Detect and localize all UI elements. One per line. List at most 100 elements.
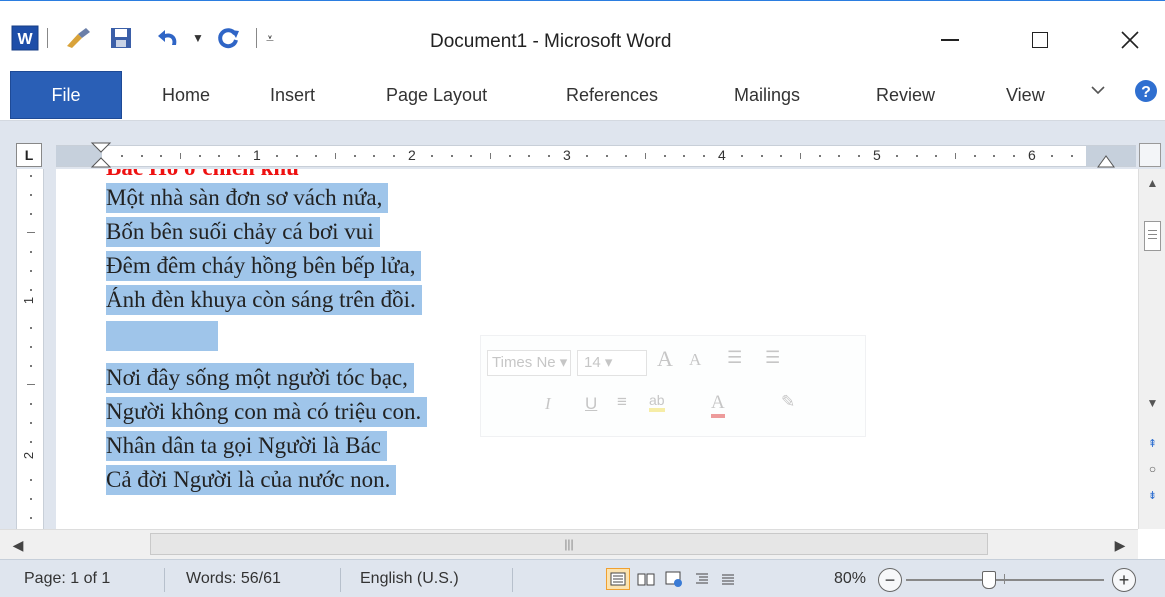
horizontal-scrollbar[interactable]: ◀ ||| ▶: [0, 529, 1138, 559]
italic-button[interactable]: I: [545, 394, 551, 414]
horizontal-ruler[interactable]: 1 2 3 4 5 6: [56, 142, 1136, 168]
ruler-tick: [431, 155, 434, 157]
tab-review[interactable]: Review: [876, 85, 935, 106]
ruler-tick: [993, 155, 996, 157]
poem-line: Nhân dân ta gọi Người là Bác: [106, 431, 388, 461]
close-button[interactable]: [1110, 23, 1150, 57]
language[interactable]: English (U.S.): [360, 570, 459, 588]
maximize-button[interactable]: [1020, 23, 1060, 57]
zoom-out-button[interactable]: −: [878, 568, 902, 592]
horizontal-scroll-thumb[interactable]: |||: [150, 533, 988, 555]
outline-view-icon[interactable]: [690, 568, 714, 590]
web-layout-view-icon[interactable]: [662, 568, 686, 590]
zoom-slider-thumb[interactable]: [982, 571, 996, 589]
center-align-icon[interactable]: ≡: [617, 392, 627, 412]
ruler-tick: [179, 153, 181, 159]
next-page-icon[interactable]: ⇟: [1139, 483, 1165, 507]
scroll-down-icon[interactable]: ▼: [1139, 391, 1165, 415]
previous-page-icon[interactable]: ⇞: [1139, 431, 1165, 455]
format-painter-icon[interactable]: [62, 27, 96, 49]
vertical-ruler-tick: [30, 365, 32, 367]
save-icon[interactable]: [106, 27, 136, 49]
minimize-button[interactable]: [930, 23, 970, 57]
ruler-tick: [780, 155, 783, 157]
ruler-number: 4: [718, 147, 726, 163]
zoom-slider-track[interactable]: [906, 579, 1104, 581]
vertical-scrollbar[interactable]: ▲ ▼ ⇞ ○ ⇟: [1138, 169, 1165, 529]
tab-home[interactable]: Home: [162, 85, 210, 106]
tab-view[interactable]: View: [1006, 85, 1045, 106]
ruler-tick: [295, 155, 298, 157]
scroll-right-icon[interactable]: ▶: [1108, 533, 1132, 557]
poem-line: Nơi đây sống một người tóc bạc,: [106, 363, 414, 393]
ruler-tick: [198, 155, 201, 157]
vertical-ruler[interactable]: 12: [16, 169, 44, 529]
status-separator: [512, 568, 513, 592]
highlight-button[interactable]: ab: [649, 392, 665, 412]
status-separator: [340, 568, 341, 592]
qat-separator: [44, 27, 50, 49]
poem-line: Bốn bên suối chảy cá bơi vui: [106, 217, 380, 247]
tab-references[interactable]: References: [566, 85, 658, 106]
ruler-tick: [1070, 155, 1073, 157]
full-screen-reading-view-icon[interactable]: [634, 568, 658, 590]
scroll-up-icon[interactable]: ▲: [1139, 171, 1165, 195]
tab-page-layout[interactable]: Page Layout: [386, 85, 487, 106]
vertical-ruler-tick: [30, 422, 32, 424]
document-heading: Bác Hồ ở chiến khu: [106, 169, 299, 181]
ruler-tick: [663, 155, 666, 157]
ruler-tick: [353, 155, 356, 157]
document-page[interactable]: Bác Hồ ở chiến khu Một nhà sàn đơn sơ vá…: [56, 169, 1138, 529]
font-size-value: 14: [584, 354, 601, 371]
select-browse-object-icon[interactable]: ○: [1139, 457, 1165, 481]
ruler-tick: [334, 153, 336, 159]
tab-insert[interactable]: Insert: [270, 85, 315, 106]
help-icon[interactable]: ?: [1134, 79, 1158, 108]
font-size-box[interactable]: 14 ▾: [577, 350, 647, 376]
undo-dropdown-chevron-down-icon[interactable]: ▼: [190, 27, 206, 49]
font-name-value: Times Ne: [492, 354, 556, 371]
word-count[interactable]: Words: 56/61: [186, 570, 281, 588]
format-painter-icon[interactable]: ✎: [781, 392, 795, 412]
tab-file[interactable]: File: [10, 71, 122, 119]
minimize-ribbon-chevron-icon[interactable]: [1090, 83, 1106, 102]
print-layout-view-icon[interactable]: [606, 568, 630, 590]
ruler-tick: [799, 153, 801, 159]
poem-line: Cả đời Người là của nước non.: [106, 465, 397, 495]
ruler-tick: [450, 155, 453, 157]
page-count[interactable]: Page: 1 of 1: [24, 570, 110, 588]
draft-view-icon[interactable]: [716, 568, 740, 590]
scroll-left-icon[interactable]: ◀: [6, 533, 30, 557]
word-app-icon[interactable]: W: [10, 25, 40, 51]
vertical-scroll-thumb[interactable]: [1144, 221, 1161, 251]
font-name-box[interactable]: Times Ne ▾: [487, 350, 571, 376]
ruler-tick: [315, 155, 318, 157]
zoom-in-button[interactable]: +: [1112, 568, 1136, 592]
view-ruler-button[interactable]: [1139, 143, 1161, 167]
vertical-ruler-tick: [30, 194, 32, 196]
ruler-tick: [760, 155, 763, 157]
ruler-tick: [818, 155, 821, 157]
ruler-number: 5: [873, 147, 881, 163]
font-color-button[interactable]: A: [711, 392, 725, 418]
decrease-indent-icon[interactable]: ☰: [727, 348, 742, 368]
redo-icon[interactable]: [214, 27, 244, 49]
undo-icon[interactable]: [154, 27, 184, 49]
customize-qat-chevron-down-icon[interactable]: ⩡: [262, 27, 278, 49]
shrink-font-button[interactable]: A: [689, 350, 701, 370]
ruler-tick: [896, 155, 899, 157]
svg-text:?: ?: [1141, 84, 1151, 101]
tab-stop-selector[interactable]: L: [16, 143, 42, 167]
underline-button[interactable]: U: [585, 394, 597, 414]
vertical-ruler-tick: [30, 289, 32, 291]
increase-indent-icon[interactable]: ☰: [765, 348, 780, 368]
tab-mailings[interactable]: Mailings: [734, 85, 800, 106]
grow-font-button[interactable]: A: [657, 346, 673, 372]
ruler-area: L 1 2 3 4 5 6: [0, 121, 1165, 169]
ruler-tick: [605, 155, 608, 157]
ruler-tick: [218, 155, 221, 157]
ruler-number: 6: [1028, 147, 1036, 163]
zoom-level[interactable]: 80%: [834, 570, 866, 588]
mini-toolbar[interactable]: Times Ne ▾ 14 ▾ A A ☰ ☰ I U ≡ ab A ✎: [480, 335, 866, 437]
vertical-ruler-tick: [30, 270, 32, 272]
